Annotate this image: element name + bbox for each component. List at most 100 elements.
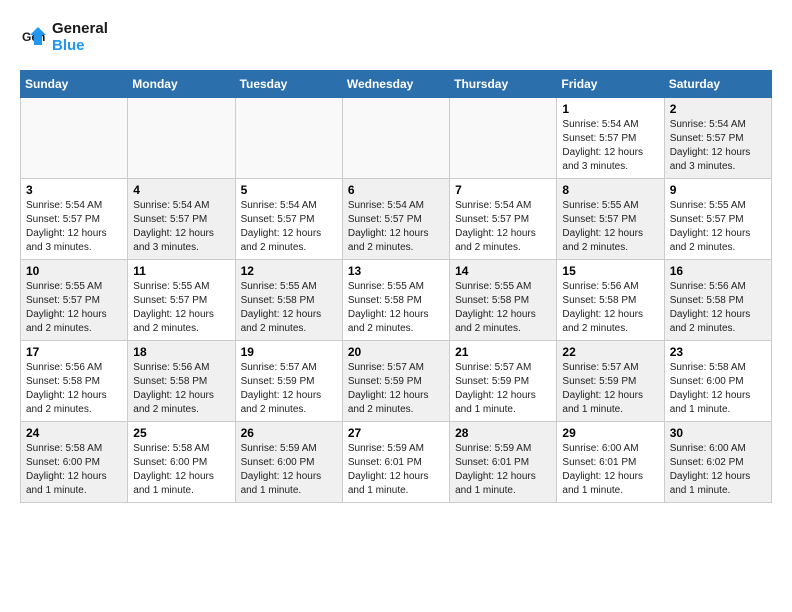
header-cell-thursday: Thursday: [450, 71, 557, 98]
day-info: Sunrise: 5:56 AMSunset: 5:58 PMDaylight:…: [26, 361, 122, 417]
calendar-cell: 19 Sunrise: 5:57 AMSunset: 5:59 PMDayligh…: [235, 341, 342, 422]
day-info: Sunrise: 5:54 AMSunset: 5:57 PMDaylight:…: [455, 199, 551, 255]
calendar-cell: 9Sunrise: 5:55 AMSunset: 5:57 PMDaylight…: [664, 179, 771, 260]
day-number: 25: [133, 426, 229, 440]
calendar-cell: 3 Sunrise: 5:54 AMSunset: 5:57 PMDaylight…: [21, 179, 128, 260]
day-info: Sunrise: 6:00 AMSunset: 6:01 PMDaylight:…: [562, 442, 658, 498]
day-number: 16: [670, 264, 766, 278]
calendar-table: SundayMondayTuesdayWednesdayThursdayFrid…: [20, 70, 772, 503]
day-number: 17: [26, 345, 122, 359]
day-number: 12: [241, 264, 337, 278]
day-info: Sunrise: 5:54 AMSunset: 5:57 PMDaylight:…: [133, 199, 229, 255]
calendar-cell: 20 Sunrise: 5:57 AMSunset: 5:59 PMDayligh…: [342, 341, 449, 422]
day-info: Sunrise: 5:58 AMSunset: 6:00 PMDaylight:…: [670, 361, 766, 417]
day-info: Sunrise: 5:55 AMSunset: 5:57 PMDaylight:…: [562, 199, 658, 255]
calendar-cell: 18 Sunrise: 5:56 AMSunset: 5:58 PMDayligh…: [128, 341, 235, 422]
header-cell-wednesday: Wednesday: [342, 71, 449, 98]
calendar-cell: 26 Sunrise: 5:59 AMSunset: 6:00 PMDayligh…: [235, 422, 342, 503]
day-number: 10: [26, 264, 122, 278]
calendar-cell: 17 Sunrise: 5:56 AMSunset: 5:58 PMDayligh…: [21, 341, 128, 422]
logo-icon: Gen: [20, 23, 48, 51]
day-info: Sunrise: 5:55 AMSunset: 5:57 PMDaylight:…: [26, 280, 122, 336]
day-info: Sunrise: 5:55 AMSunset: 5:58 PMDaylight:…: [455, 280, 551, 336]
calendar-cell: 7 Sunrise: 5:54 AMSunset: 5:57 PMDaylight…: [450, 179, 557, 260]
calendar-cell: 22Sunrise: 5:57 AMSunset: 5:59 PMDayligh…: [557, 341, 664, 422]
day-info: Sunrise: 5:59 AMSunset: 6:01 PMDaylight:…: [455, 442, 551, 498]
day-info: Sunrise: 5:54 AMSunset: 5:57 PMDaylight:…: [670, 118, 766, 174]
calendar-cell: 1 Sunrise: 5:54 AMSunset: 5:57 PMDaylight…: [557, 98, 664, 179]
logo-text: General Blue: [52, 20, 108, 54]
calendar-cell: [235, 98, 342, 179]
day-number: 26: [241, 426, 337, 440]
day-number: 9: [670, 183, 766, 197]
day-number: 11: [133, 264, 229, 278]
header-cell-tuesday: Tuesday: [235, 71, 342, 98]
day-number: 6: [348, 183, 444, 197]
header-cell-sunday: Sunday: [21, 71, 128, 98]
calendar-cell: 30 Sunrise: 6:00 AMSunset: 6:02 PMDayligh…: [664, 422, 771, 503]
day-number: 19: [241, 345, 337, 359]
day-number: 5: [241, 183, 337, 197]
day-info: Sunrise: 5:54 AMSunset: 5:57 PMDaylight:…: [348, 199, 444, 255]
day-info: Sunrise: 5:56 AMSunset: 5:58 PMDaylight:…: [670, 280, 766, 336]
calendar-cell: [342, 98, 449, 179]
day-info: Sunrise: 6:00 AMSunset: 6:02 PMDaylight:…: [670, 442, 766, 498]
calendar-header-row: SundayMondayTuesdayWednesdayThursdayFrid…: [21, 71, 772, 98]
day-number: 13: [348, 264, 444, 278]
day-info: Sunrise: 5:56 AMSunset: 5:58 PMDaylight:…: [133, 361, 229, 417]
calendar-cell: 14 Sunrise: 5:55 AMSunset: 5:58 PMDayligh…: [450, 260, 557, 341]
calendar-cell: 13Sunrise: 5:55 AMSunset: 5:58 PMDayligh…: [342, 260, 449, 341]
day-info: Sunrise: 5:58 AMSunset: 6:00 PMDaylight:…: [26, 442, 122, 498]
day-info: Sunrise: 5:54 AMSunset: 5:57 PMDaylight:…: [26, 199, 122, 255]
day-number: 4: [133, 183, 229, 197]
calendar-cell: 12Sunrise: 5:55 AMSunset: 5:58 PMDayligh…: [235, 260, 342, 341]
calendar-cell: 5 Sunrise: 5:54 AMSunset: 5:57 PMDaylight…: [235, 179, 342, 260]
calendar-cell: 6 Sunrise: 5:54 AMSunset: 5:57 PMDaylight…: [342, 179, 449, 260]
day-info: Sunrise: 5:54 AMSunset: 5:57 PMDaylight:…: [241, 199, 337, 255]
day-info: Sunrise: 5:54 AMSunset: 5:57 PMDaylight:…: [562, 118, 658, 174]
day-number: 28: [455, 426, 551, 440]
calendar-cell: [450, 98, 557, 179]
calendar-week-3: 10 Sunrise: 5:55 AMSunset: 5:57 PMDayligh…: [21, 260, 772, 341]
day-number: 18: [133, 345, 229, 359]
day-number: 7: [455, 183, 551, 197]
calendar-cell: 24Sunrise: 5:58 AMSunset: 6:00 PMDayligh…: [21, 422, 128, 503]
day-info: Sunrise: 5:57 AMSunset: 5:59 PMDaylight:…: [348, 361, 444, 417]
header-cell-friday: Friday: [557, 71, 664, 98]
day-number: 15: [562, 264, 658, 278]
day-number: 3: [26, 183, 122, 197]
calendar-cell: 29 Sunrise: 6:00 AMSunset: 6:01 PMDayligh…: [557, 422, 664, 503]
day-info: Sunrise: 5:58 AMSunset: 6:00 PMDaylight:…: [133, 442, 229, 498]
calendar-week-2: 3 Sunrise: 5:54 AMSunset: 5:57 PMDaylight…: [21, 179, 772, 260]
day-info: Sunrise: 5:59 AMSunset: 6:01 PMDaylight:…: [348, 442, 444, 498]
calendar-cell: 10 Sunrise: 5:55 AMSunset: 5:57 PMDayligh…: [21, 260, 128, 341]
calendar-cell: [21, 98, 128, 179]
day-info: Sunrise: 5:59 AMSunset: 6:00 PMDaylight:…: [241, 442, 337, 498]
calendar-cell: 15Sunrise: 5:56 AMSunset: 5:58 PMDayligh…: [557, 260, 664, 341]
day-number: 27: [348, 426, 444, 440]
calendar-cell: 28 Sunrise: 5:59 AMSunset: 6:01 PMDayligh…: [450, 422, 557, 503]
header-cell-saturday: Saturday: [664, 71, 771, 98]
day-info: Sunrise: 5:57 AMSunset: 5:59 PMDaylight:…: [455, 361, 551, 417]
calendar-week-1: 1 Sunrise: 5:54 AMSunset: 5:57 PMDaylight…: [21, 98, 772, 179]
day-number: 29: [562, 426, 658, 440]
day-number: 30: [670, 426, 766, 440]
day-number: 20: [348, 345, 444, 359]
header-cell-monday: Monday: [128, 71, 235, 98]
calendar-cell: 8 Sunrise: 5:55 AMSunset: 5:57 PMDaylight…: [557, 179, 664, 260]
calendar-cell: 4 Sunrise: 5:54 AMSunset: 5:57 PMDaylight…: [128, 179, 235, 260]
day-number: 14: [455, 264, 551, 278]
calendar-cell: 25 Sunrise: 5:58 AMSunset: 6:00 PMDayligh…: [128, 422, 235, 503]
calendar-cell: 21 Sunrise: 5:57 AMSunset: 5:59 PMDayligh…: [450, 341, 557, 422]
day-number: 2: [670, 102, 766, 116]
day-number: 21: [455, 345, 551, 359]
calendar-cell: 23 Sunrise: 5:58 AMSunset: 6:00 PMDayligh…: [664, 341, 771, 422]
calendar-week-4: 17 Sunrise: 5:56 AMSunset: 5:58 PMDayligh…: [21, 341, 772, 422]
logo: Gen General Blue: [20, 20, 108, 54]
day-number: 8: [562, 183, 658, 197]
day-number: 23: [670, 345, 766, 359]
day-info: Sunrise: 5:55 AMSunset: 5:57 PMDaylight:…: [133, 280, 229, 336]
day-number: 1: [562, 102, 658, 116]
day-info: Sunrise: 5:57 AMSunset: 5:59 PMDaylight:…: [241, 361, 337, 417]
calendar-week-5: 24Sunrise: 5:58 AMSunset: 6:00 PMDayligh…: [21, 422, 772, 503]
